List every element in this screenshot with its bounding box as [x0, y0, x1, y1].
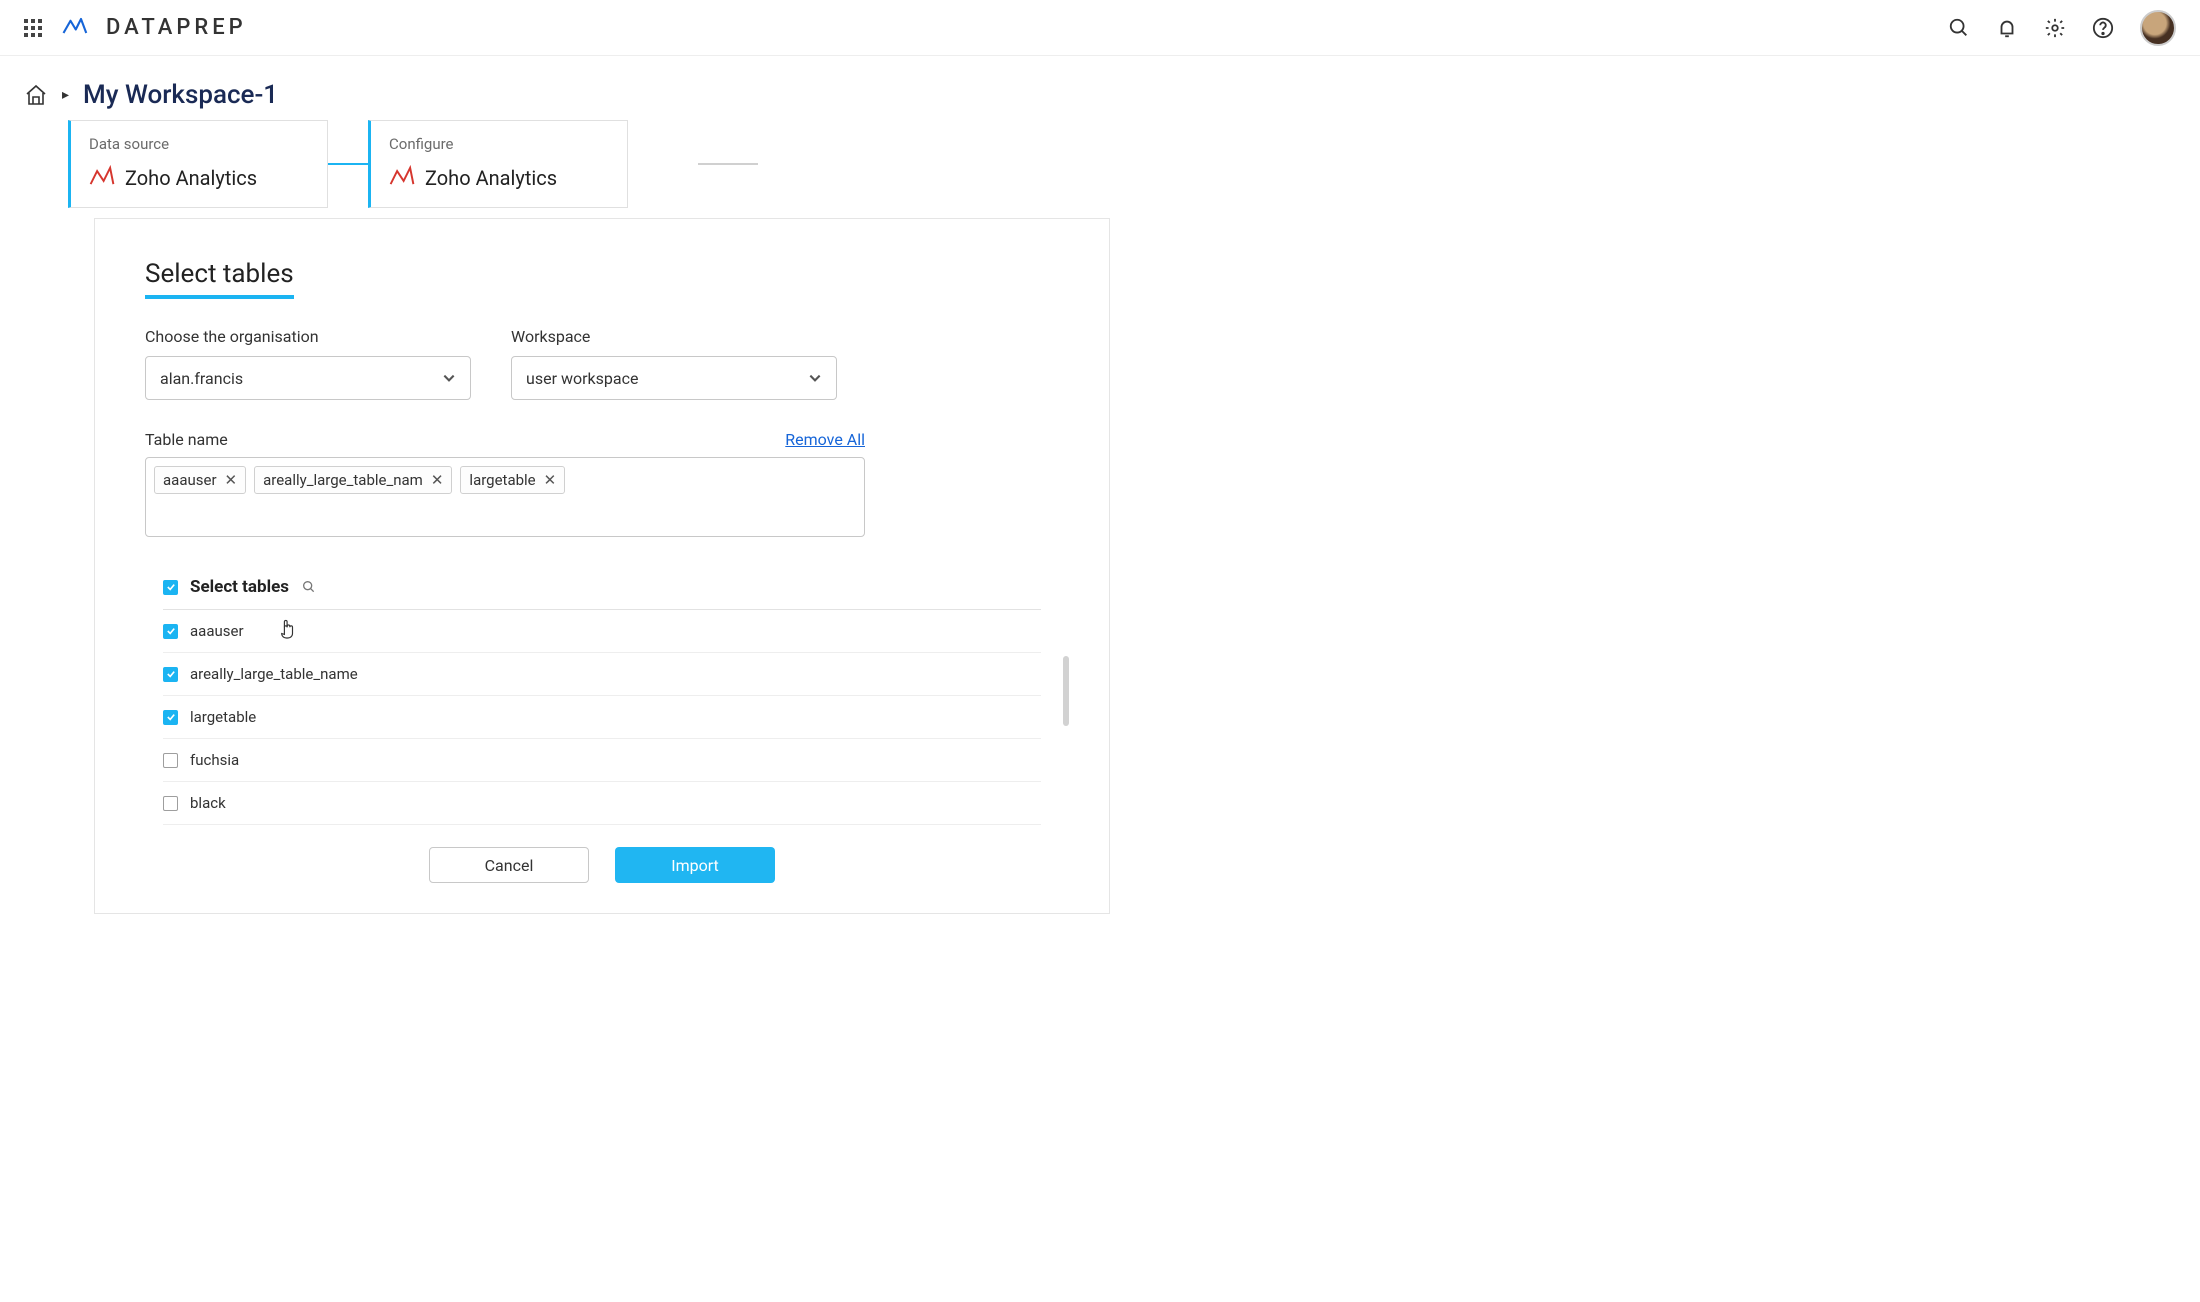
breadcrumb-separator-icon: ▸	[62, 87, 69, 103]
table-row[interactable]: black	[163, 782, 1041, 825]
apps-grid-icon[interactable]	[24, 19, 42, 37]
table-row[interactable]: largetable	[163, 696, 1041, 739]
step-label: Data source	[89, 135, 309, 153]
table-checkbox[interactable]	[163, 753, 178, 768]
table-name: largetable	[190, 708, 256, 726]
tablename-label: Table name	[145, 430, 228, 449]
search-icon[interactable]	[1948, 17, 1970, 39]
table-name: aaauser	[190, 622, 244, 640]
chevron-down-icon	[808, 370, 822, 389]
workspace-value: user workspace	[526, 369, 638, 388]
help-icon[interactable]	[2092, 17, 2114, 39]
cancel-button[interactable]: Cancel	[429, 847, 589, 883]
step-connector	[328, 163, 368, 165]
table-checkbox[interactable]	[163, 624, 178, 639]
chip-remove-icon[interactable]: ✕	[544, 471, 557, 489]
cursor-pointer-icon	[279, 618, 297, 644]
remove-all-link[interactable]: Remove All	[785, 430, 865, 449]
step-name: Zoho Analytics	[125, 166, 257, 190]
workspace-label: Workspace	[511, 327, 837, 346]
table-row[interactable]: areally_large_table_name	[163, 653, 1041, 696]
table-checkbox[interactable]	[163, 667, 178, 682]
organisation-value: alan.francis	[160, 369, 243, 388]
chip-label: largetable	[469, 471, 535, 489]
step-connector-placeholder	[698, 163, 758, 165]
config-panel: Select tables Choose the organisation al…	[94, 218, 1110, 914]
list-header-label: Select tables	[190, 577, 289, 597]
search-icon[interactable]	[301, 579, 317, 595]
workspace-select[interactable]: user workspace	[511, 356, 837, 400]
organisation-select[interactable]: alan.francis	[145, 356, 471, 400]
table-checkbox[interactable]	[163, 710, 178, 725]
chip-remove-icon[interactable]: ✕	[431, 471, 444, 489]
zoho-analytics-icon	[89, 163, 115, 193]
topbar-left: DATAPREP	[24, 12, 247, 44]
zoho-analytics-icon	[389, 163, 415, 193]
table-name: fuchsia	[190, 751, 239, 769]
table-row[interactable]: fuchsia	[163, 739, 1041, 782]
tablename-chips-box[interactable]: aaauser ✕ areally_large_table_nam ✕ larg…	[145, 457, 865, 537]
gear-icon[interactable]	[2044, 17, 2066, 39]
panel-title: Select tables	[145, 259, 294, 299]
topbar: DATAPREP	[0, 0, 2200, 56]
bell-icon[interactable]	[1996, 17, 2018, 39]
steps-row: Data source Zoho Analytics Configure Zoh…	[0, 120, 2200, 218]
breadcrumb-workspace[interactable]: My Workspace-1	[83, 80, 278, 110]
tables-list: aaauser areally_large_table_name largeta…	[163, 610, 1041, 825]
step-label: Configure	[389, 135, 609, 153]
table-name: areally_large_table_name	[190, 665, 358, 683]
topbar-right	[1948, 10, 2176, 46]
brand-text: DATAPREP	[106, 15, 247, 40]
select-all-checkbox[interactable]	[163, 580, 178, 595]
scrollbar[interactable]	[1063, 656, 1069, 726]
step-name: Zoho Analytics	[425, 166, 557, 190]
organisation-label: Choose the organisation	[145, 327, 471, 346]
chip: areally_large_table_nam ✕	[254, 466, 452, 494]
table-checkbox[interactable]	[163, 796, 178, 811]
breadcrumb: ▸ My Workspace-1	[0, 56, 2200, 120]
avatar[interactable]	[2140, 10, 2176, 46]
step-card-datasource[interactable]: Data source Zoho Analytics	[68, 120, 328, 208]
table-row[interactable]: aaauser	[163, 610, 1041, 653]
brand-icon	[60, 12, 88, 44]
home-icon[interactable]	[24, 83, 48, 107]
chip-label: areally_large_table_nam	[263, 471, 423, 489]
import-button[interactable]: Import	[615, 847, 775, 883]
table-name: black	[190, 794, 226, 812]
chip-label: aaauser	[163, 471, 217, 489]
step-card-configure[interactable]: Configure Zoho Analytics	[368, 120, 628, 208]
chip: aaauser ✕	[154, 466, 246, 494]
chip-remove-icon[interactable]: ✕	[225, 471, 238, 489]
chip: largetable ✕	[460, 466, 565, 494]
chevron-down-icon	[442, 370, 456, 389]
